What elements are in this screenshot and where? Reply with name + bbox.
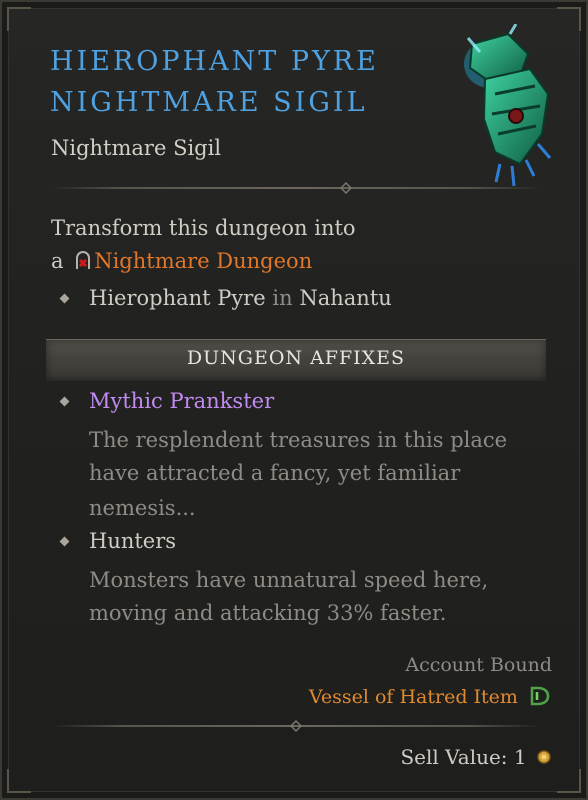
frame-corner — [557, 769, 581, 793]
item-tooltip: Hierophant Pyre Nightmare Sigil Nightmar… — [0, 0, 588, 800]
frame-corner — [7, 7, 31, 31]
bullet-diamond-icon — [59, 293, 70, 304]
bullet-diamond-icon — [59, 396, 70, 407]
expansion-text: Vessel of Hatred Item — [308, 686, 518, 708]
gold-coin-icon — [537, 750, 551, 764]
affix-description: have attracted a fancy, yet familiar — [89, 461, 461, 485]
dungeon-affixes-title: Dungeon Affixes — [186, 347, 406, 369]
dungeon-location: Hierophant Pyre in Nahantu — [89, 282, 392, 315]
divider — [50, 719, 542, 733]
affix-description: moving and attacking 33% faster. — [89, 601, 447, 625]
sell-value: Sell Value: 1 — [400, 745, 552, 769]
nightmare-dungeon-icon — [76, 251, 91, 269]
location-region: Nahantu — [299, 286, 392, 310]
location-in: in — [272, 286, 293, 310]
affix-name: Hunters — [89, 529, 177, 553]
dungeon-affixes-header: Dungeon Affixes — [46, 339, 546, 381]
transform-prefix: a — [51, 249, 64, 273]
location-name: Hierophant Pyre — [89, 286, 266, 310]
item-type: Nightmare Sigil — [51, 136, 222, 160]
sell-amount: 1 — [513, 745, 527, 769]
affix-description: Monsters have unnatural speed here, — [89, 568, 489, 592]
vessel-of-hatred-icon — [530, 686, 550, 706]
sell-label: Sell Value: — [400, 745, 508, 769]
frame-corner — [7, 769, 31, 793]
affix-description: nemesis... — [89, 496, 196, 520]
affix-name: Mythic Prankster — [89, 389, 275, 413]
divider-gem-icon — [340, 182, 352, 194]
divider-gem-icon — [290, 720, 302, 732]
item-title: Hierophant Pyre — [50, 46, 379, 77]
bullet-diamond-icon — [59, 536, 70, 547]
transform-text: Transform this dungeon into — [51, 216, 356, 240]
affix-description: The resplendent treasures in this place — [89, 428, 508, 452]
transform-line2: a Nightmare Dungeon — [51, 245, 312, 278]
expansion-label: Vessel of Hatred Item — [309, 684, 552, 708]
item-sigil-art — [464, 24, 552, 187]
item-title: Nightmare Sigil — [50, 87, 368, 118]
account-bound-label: Account Bound — [405, 654, 552, 676]
divider — [50, 181, 542, 195]
nightmare-dungeon-label: Nightmare Dungeon — [94, 249, 313, 273]
frame-corner — [557, 7, 581, 31]
